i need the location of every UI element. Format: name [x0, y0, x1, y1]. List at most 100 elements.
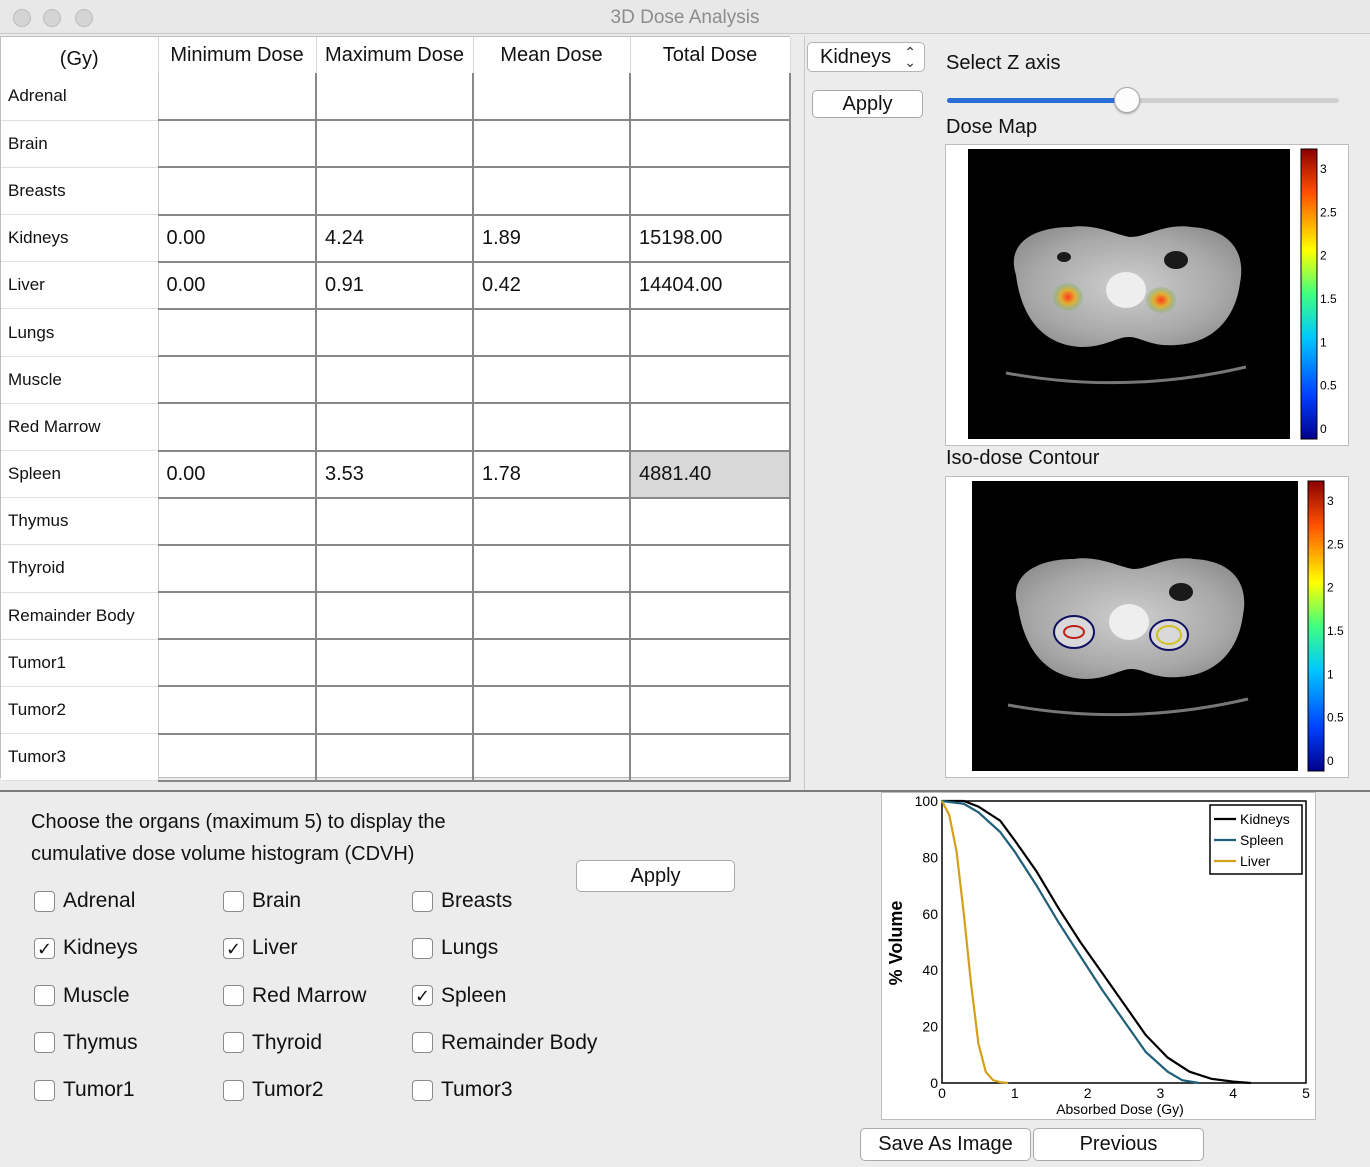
row-header[interactable]: Spleen: [1, 450, 159, 499]
max-dose-cell[interactable]: [316, 592, 474, 641]
total-dose-cell[interactable]: [630, 356, 791, 405]
checkbox-icon[interactable]: [223, 1079, 244, 1101]
row-header[interactable]: Brain: [1, 120, 159, 168]
checkbox-spleen[interactable]: ✓ Spleen: [412, 983, 506, 1009]
checkbox-brain[interactable]: Brain: [223, 888, 301, 914]
checkbox-red-marrow[interactable]: Red Marrow: [223, 983, 366, 1009]
row-header[interactable]: Tumor1: [1, 639, 159, 687]
max-dose-cell[interactable]: 3.53: [316, 450, 474, 499]
checkbox-tumor2[interactable]: Tumor2: [223, 1077, 324, 1103]
max-dose-cell[interactable]: [316, 403, 474, 452]
column-header[interactable]: Minimum Dose: [158, 37, 317, 73]
min-dose-cell[interactable]: [158, 544, 317, 594]
row-header[interactable]: Muscle: [1, 356, 159, 404]
min-dose-cell[interactable]: 0.00: [158, 450, 317, 499]
checkbox-icon[interactable]: [412, 1079, 433, 1101]
checkbox-muscle[interactable]: Muscle: [34, 983, 130, 1009]
mean-dose-cell[interactable]: [473, 308, 631, 358]
checkbox-liver[interactable]: ✓ Liver: [223, 935, 298, 961]
checkbox-icon[interactable]: [412, 890, 433, 912]
total-dose-cell[interactable]: [630, 308, 791, 358]
checkbox-breasts[interactable]: Breasts: [412, 888, 512, 914]
mean-dose-cell[interactable]: [473, 403, 631, 452]
min-dose-cell[interactable]: [158, 73, 317, 122]
mean-dose-cell[interactable]: 1.78: [473, 450, 631, 499]
checkbox-icon[interactable]: [412, 1032, 433, 1054]
checkbox-icon[interactable]: [412, 937, 433, 959]
min-dose-cell[interactable]: 0.00: [158, 261, 317, 310]
row-header[interactable]: Breasts: [1, 167, 159, 216]
row-header[interactable]: Tumor3: [1, 733, 159, 782]
column-header[interactable]: Total Dose: [630, 37, 791, 73]
mean-dose-cell[interactable]: [473, 639, 631, 688]
checkbox-kidneys[interactable]: ✓ Kidneys: [34, 935, 138, 961]
min-dose-cell[interactable]: [158, 120, 317, 169]
checkmark-icon[interactable]: ✓: [223, 937, 244, 959]
checkbox-icon[interactable]: [223, 1032, 244, 1054]
total-dose-cell[interactable]: 14404.00: [630, 261, 791, 310]
total-dose-cell[interactable]: [630, 639, 791, 688]
mean-dose-cell[interactable]: [473, 73, 631, 122]
total-dose-cell[interactable]: [630, 497, 791, 546]
total-dose-cell[interactable]: [630, 167, 791, 216]
row-header[interactable]: Remainder Body: [1, 592, 159, 640]
mean-dose-cell[interactable]: [473, 733, 631, 782]
checkbox-tumor3[interactable]: Tumor3: [412, 1077, 513, 1103]
checkbox-icon[interactable]: [34, 1032, 55, 1054]
checkmark-icon[interactable]: ✓: [34, 937, 55, 959]
min-dose-cell[interactable]: [158, 167, 317, 216]
mean-dose-cell[interactable]: [473, 544, 631, 594]
checkbox-tumor1[interactable]: Tumor1: [34, 1077, 135, 1103]
min-dose-cell[interactable]: [158, 308, 317, 358]
max-dose-cell[interactable]: 0.91: [316, 261, 474, 310]
total-dose-cell[interactable]: [630, 544, 791, 594]
checkbox-thymus[interactable]: Thymus: [34, 1030, 138, 1056]
mean-dose-cell[interactable]: [473, 592, 631, 641]
column-header[interactable]: Maximum Dose: [316, 37, 474, 73]
max-dose-cell[interactable]: [316, 356, 474, 405]
min-dose-cell[interactable]: 0.00: [158, 214, 317, 263]
max-dose-cell[interactable]: [316, 167, 474, 216]
mean-dose-cell[interactable]: 0.42: [473, 261, 631, 310]
checkbox-icon[interactable]: [34, 1079, 55, 1101]
checkbox-thyroid[interactable]: Thyroid: [223, 1030, 322, 1056]
save-as-image-button[interactable]: Save As Image: [860, 1128, 1031, 1161]
max-dose-cell[interactable]: [316, 308, 474, 358]
min-dose-cell[interactable]: [158, 733, 317, 782]
checkbox-icon[interactable]: [223, 985, 244, 1007]
z-axis-slider-track[interactable]: [947, 98, 1339, 103]
cdvh-apply-button[interactable]: Apply: [576, 860, 735, 892]
mean-dose-cell[interactable]: [473, 497, 631, 546]
column-header[interactable]: Mean Dose: [473, 37, 631, 73]
total-dose-cell[interactable]: [630, 403, 791, 452]
min-dose-cell[interactable]: [158, 592, 317, 641]
min-dose-cell[interactable]: [158, 403, 317, 452]
max-dose-cell[interactable]: [316, 686, 474, 735]
row-header[interactable]: Adrenal: [1, 73, 159, 121]
max-dose-cell[interactable]: [316, 733, 474, 782]
max-dose-cell[interactable]: [316, 639, 474, 688]
max-dose-cell[interactable]: [316, 497, 474, 546]
previous-button[interactable]: Previous: [1033, 1128, 1204, 1161]
max-dose-cell[interactable]: [316, 120, 474, 169]
row-header[interactable]: Tumor2: [1, 686, 159, 735]
row-header[interactable]: Thymus: [1, 497, 159, 546]
min-dose-cell[interactable]: [158, 356, 317, 405]
organ-select[interactable]: Kidneys ⌃ ⌄: [807, 42, 925, 72]
mean-dose-cell[interactable]: [473, 356, 631, 405]
row-header[interactable]: Red Marrow: [1, 403, 159, 452]
total-dose-cell[interactable]: 4881.40: [630, 450, 791, 499]
checkbox-remainder-body[interactable]: Remainder Body: [412, 1030, 597, 1056]
row-header[interactable]: Kidneys: [1, 214, 159, 263]
mean-dose-cell[interactable]: [473, 120, 631, 169]
row-header[interactable]: Thyroid: [1, 544, 159, 593]
total-dose-cell[interactable]: [630, 73, 791, 122]
checkbox-adrenal[interactable]: Adrenal: [34, 888, 135, 914]
checkbox-icon[interactable]: [34, 890, 55, 912]
total-dose-cell[interactable]: [630, 120, 791, 169]
checkbox-icon[interactable]: [223, 890, 244, 912]
checkmark-icon[interactable]: ✓: [412, 985, 433, 1007]
max-dose-cell[interactable]: [316, 73, 474, 122]
checkbox-icon[interactable]: [34, 985, 55, 1007]
mean-dose-cell[interactable]: 1.89: [473, 214, 631, 263]
